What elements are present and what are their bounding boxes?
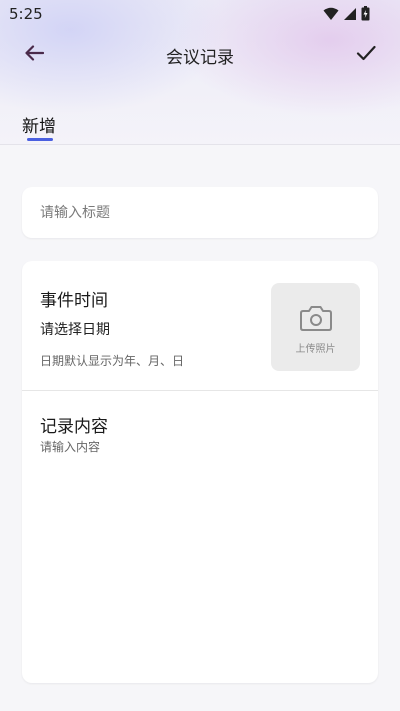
content-input[interactable] xyxy=(40,438,360,668)
title-card xyxy=(22,187,378,238)
status-bar: 5:25 xyxy=(0,0,400,28)
event-time-heading: 事件时间 xyxy=(40,291,108,311)
battery-icon xyxy=(361,6,370,25)
tab-indicator xyxy=(27,138,53,141)
wifi-icon xyxy=(323,6,339,25)
app-bar: 会议记录 xyxy=(0,30,400,80)
date-hint: 日期默认显示为年、月、日 xyxy=(40,354,185,368)
camera-icon xyxy=(299,304,333,332)
tab-bar: 新增 xyxy=(0,100,400,145)
status-time: 5:25 xyxy=(9,5,43,23)
cellular-signal-icon xyxy=(343,6,357,25)
record-card: 事件时间 请选择日期 日期默认显示为年、月、日 上传照片 记录内容 xyxy=(22,261,378,683)
upload-photo-button[interactable]: 上传照片 xyxy=(271,283,360,371)
tab-add-new[interactable]: 新增 xyxy=(22,112,56,137)
upload-photo-label: 上传照片 xyxy=(295,344,336,355)
event-time-section: 事件时间 请选择日期 日期默认显示为年、月、日 上传照片 xyxy=(22,261,378,391)
status-icons xyxy=(323,6,370,25)
content-heading: 记录内容 xyxy=(40,417,108,437)
page-title: 会议记录 xyxy=(166,48,234,68)
checkmark-icon xyxy=(356,45,376,65)
title-input[interactable] xyxy=(40,187,360,238)
date-picker[interactable]: 请选择日期 xyxy=(40,319,110,339)
confirm-button[interactable] xyxy=(352,41,380,69)
